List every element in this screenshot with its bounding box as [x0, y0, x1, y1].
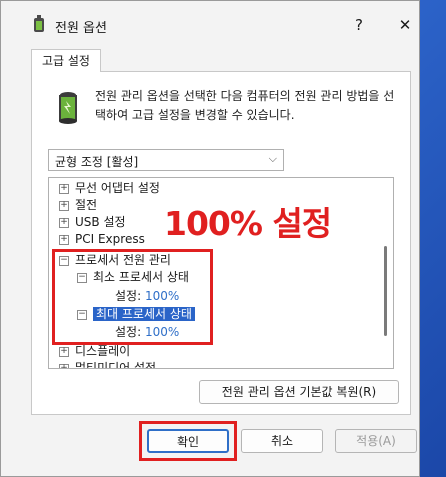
window-title: 전원 옵션 — [55, 21, 107, 36]
tree-item-usb-settings[interactable]: + USB 설정 — [59, 214, 126, 231]
chevron-down-icon: ⌵ — [268, 152, 277, 165]
help-button[interactable]: ? — [347, 13, 371, 37]
battery-icon — [59, 92, 77, 124]
expand-icon[interactable]: + — [59, 234, 69, 245]
power-plan-value: 균형 조정 [활성] — [55, 155, 139, 169]
expand-icon[interactable]: + — [59, 363, 69, 368]
power-options-dialog: 전원 옵션 ? ✕ 고급 설정 전원 관리 옵션을 선택한 다음 컴퓨터의 전원… — [0, 0, 420, 477]
tree-item-sleep[interactable]: + 절전 — [59, 197, 97, 214]
cancel-button[interactable]: 취소 — [241, 429, 323, 453]
annotation-box-processor — [52, 249, 213, 345]
tree-item-wireless-adapter[interactable]: + 무선 어댑터 설정 — [59, 180, 160, 197]
tree-item-pci-express[interactable]: + PCI Express — [59, 231, 145, 248]
tree-scrollbar[interactable] — [384, 246, 387, 336]
tab-advanced-settings[interactable]: 고급 설정 — [31, 49, 101, 72]
title-bar: 전원 옵션 ? ✕ — [1, 1, 419, 47]
expand-icon[interactable]: + — [59, 183, 69, 194]
expand-icon[interactable]: + — [59, 346, 69, 357]
close-button[interactable]: ✕ — [393, 13, 417, 37]
annotation-box-ok — [139, 421, 237, 461]
power-plan-select[interactable]: 균형 조정 [활성] ⌵ — [48, 149, 284, 171]
tree-item-multimedia[interactable]: + 멀티미디어 설정 — [59, 360, 156, 368]
tree-item-display[interactable]: + 디스플레이 — [59, 343, 130, 360]
panel-description: 전원 관리 옵션을 선택한 다음 컴퓨터의 전원 관리 방법을 선택하여 고급 … — [95, 89, 395, 122]
apply-button[interactable]: 적용(A) — [335, 429, 417, 453]
expand-icon[interactable]: + — [59, 217, 69, 228]
power-options-icon — [34, 15, 44, 32]
restore-defaults-button[interactable]: 전원 관리 옵션 기본값 복원(R) — [199, 380, 399, 404]
annotation-label: 100% 설정 — [164, 204, 332, 243]
expand-icon[interactable]: + — [59, 200, 69, 211]
